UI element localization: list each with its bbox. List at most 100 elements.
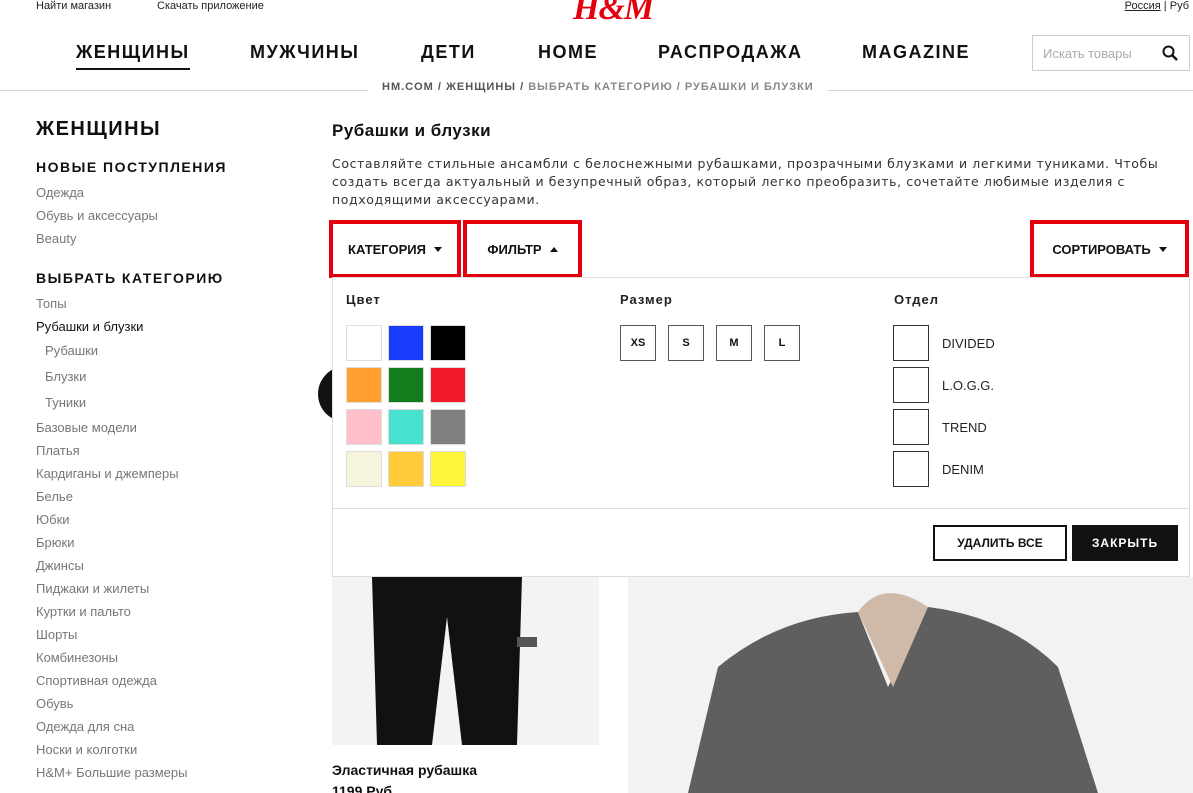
color-swatch[interactable] xyxy=(388,451,424,487)
nav-magazine[interactable]: MAGAZINE xyxy=(862,42,970,63)
filter-panel: Цвет Размер Отдел XS S M L DIVIDED L.O.G… xyxy=(332,277,1190,577)
find-store-link[interactable]: Найти магазин xyxy=(36,0,111,12)
dept-label: DENIM xyxy=(942,461,984,477)
size-xs-button[interactable]: XS xyxy=(620,325,656,361)
color-swatch[interactable] xyxy=(346,451,382,487)
sidebar-item-beauty[interactable]: Beauty xyxy=(36,227,296,250)
dept-label: DIVIDED xyxy=(942,335,995,351)
checkbox[interactable] xyxy=(893,451,929,487)
panel-divider xyxy=(333,508,1189,509)
dept-divided-checkbox[interactable]: DIVIDED xyxy=(893,325,995,361)
checkbox[interactable] xyxy=(893,409,929,445)
color-swatch[interactable] xyxy=(346,409,382,445)
sidebar-item-jackets[interactable]: Куртки и пальто xyxy=(36,600,296,623)
blouse-illustration xyxy=(688,593,1098,793)
category-label: КАТЕГОРИЯ xyxy=(348,241,426,257)
search-input[interactable] xyxy=(1043,45,1153,61)
sidebar-item-blouses[interactable]: Блузки xyxy=(36,364,296,390)
color-swatch[interactable] xyxy=(388,409,424,445)
search-icon[interactable] xyxy=(1161,44,1179,62)
nav-kids[interactable]: ДЕТИ xyxy=(421,42,476,63)
dept-denim-checkbox[interactable]: DENIM xyxy=(893,451,984,487)
size-m-button[interactable]: M xyxy=(716,325,752,361)
sidebar-item-shorts[interactable]: Шорты xyxy=(36,623,296,646)
product-price: 1199 Руб. xyxy=(332,783,396,793)
region-selector[interactable]: Россия | Руб xyxy=(1125,0,1189,12)
nav-sale[interactable]: РАСПРОДАЖА xyxy=(658,42,803,63)
size-l-button[interactable]: L xyxy=(764,325,800,361)
chevron-down-icon xyxy=(1158,246,1167,252)
clear-all-button[interactable]: УДАЛИТЬ ВСЕ xyxy=(933,525,1067,561)
dept-trend-checkbox[interactable]: TREND xyxy=(893,409,987,445)
department-heading: Отдел xyxy=(894,292,940,307)
page-description: Составляйте стильные ансамбли с белоснеж… xyxy=(332,156,1159,207)
search-box[interactable] xyxy=(1032,35,1190,71)
sidebar-item-shoes-accessories[interactable]: Обувь и аксессуары xyxy=(36,204,296,227)
dept-logg-checkbox[interactable]: L.O.G.G. xyxy=(893,367,994,403)
sidebar-new-arrivals: НОВЫЕ ПОСТУПЛЕНИЯ Одежда Обувь и аксессу… xyxy=(36,159,296,250)
sidebar: ЖЕНЩИНЫ НОВЫЕ ПОСТУПЛЕНИЯ Одежда Обувь и… xyxy=(36,118,296,793)
dept-label: TREND xyxy=(942,419,987,435)
sidebar-item-socks[interactable]: Носки и колготки xyxy=(36,738,296,761)
sidebar-item-dresses[interactable]: Платья xyxy=(36,439,296,462)
chevron-down-icon xyxy=(433,246,442,252)
sidebar-heading-new[interactable]: НОВЫЕ ПОСТУПЛЕНИЯ xyxy=(36,159,296,175)
hm-logo[interactable]: H&M xyxy=(573,0,654,28)
color-swatch[interactable] xyxy=(346,325,382,361)
color-heading: Цвет xyxy=(346,292,381,307)
size-heading: Размер xyxy=(620,292,673,307)
sidebar-item-basics[interactable]: Базовые модели xyxy=(36,416,296,439)
sidebar-title: ЖЕНЩИНЫ xyxy=(36,118,162,140)
color-swatch[interactable] xyxy=(430,325,466,361)
color-swatch[interactable] xyxy=(430,409,466,445)
chevron-up-icon xyxy=(549,246,558,252)
sidebar-item-shirts[interactable]: Рубашки xyxy=(36,338,296,364)
nav-men[interactable]: МУЖЧИНЫ xyxy=(250,42,359,63)
sidebar-item-jumpsuits[interactable]: Комбинезоны xyxy=(36,646,296,669)
sidebar-item-trousers[interactable]: Брюки xyxy=(36,531,296,554)
product-image-2[interactable] xyxy=(628,577,1193,793)
sidebar-item-cardigans[interactable]: Кардиганы и джемперы xyxy=(36,462,296,485)
page-title: Рубашки и блузки xyxy=(332,121,492,140)
download-app-link[interactable]: Скачать приложение xyxy=(157,0,264,12)
sidebar-item-shoes[interactable]: Обувь xyxy=(36,692,296,715)
sidebar-item-tops[interactable]: Топы xyxy=(36,292,296,315)
checkbox[interactable] xyxy=(893,325,929,361)
sidebar-item-sportswear[interactable]: Спортивная одежда xyxy=(36,669,296,692)
sidebar-item-clothing[interactable]: Одежда xyxy=(36,181,296,204)
color-swatch[interactable] xyxy=(388,367,424,403)
sort-label: СОРТИРОВАТЬ xyxy=(1052,241,1151,257)
product-name[interactable]: Эластичная рубашка xyxy=(332,762,477,778)
sidebar-item-plus-sizes[interactable]: H&M+ Большие размеры xyxy=(36,761,296,784)
region-separator: | xyxy=(1160,0,1170,12)
sidebar-categories: ВЫБРАТЬ КАТЕГОРИЮ Топы Рубашки и блузки … xyxy=(36,270,296,784)
sidebar-item-skirts[interactable]: Юбки xyxy=(36,508,296,531)
sidebar-heading-categories[interactable]: ВЫБРАТЬ КАТЕГОРИЮ xyxy=(36,270,296,286)
product-image-1[interactable] xyxy=(332,577,599,745)
sort-dropdown-button[interactable]: СОРТИРОВАТЬ xyxy=(1030,220,1189,278)
sidebar-item-blazers[interactable]: Пиджаки и жилеты xyxy=(36,577,296,600)
color-swatch[interactable] xyxy=(430,367,466,403)
color-swatch[interactable] xyxy=(430,451,466,487)
sidebar-item-lingerie[interactable]: Белье xyxy=(36,485,296,508)
sidebar-item-sleepwear[interactable]: Одежда для сна xyxy=(36,715,296,738)
sidebar-item-jeans[interactable]: Джинсы xyxy=(36,554,296,577)
trousers-illustration xyxy=(372,577,537,745)
country-link[interactable]: Россия xyxy=(1125,0,1161,12)
close-button[interactable]: ЗАКРЫТЬ xyxy=(1072,525,1178,561)
color-swatch[interactable] xyxy=(388,325,424,361)
currency-label: Руб xyxy=(1169,0,1189,12)
filter-label: ФИЛЬТР xyxy=(487,241,542,257)
sidebar-item-shirts-blouses[interactable]: Рубашки и блузки xyxy=(36,315,296,338)
sidebar-item-tunics[interactable]: Туники xyxy=(36,390,296,416)
breadcrumb-path[interactable]: HM.COM / ЖЕНЩИНЫ / xyxy=(382,81,528,93)
color-swatch[interactable] xyxy=(346,367,382,403)
nav-home[interactable]: HOME xyxy=(538,42,598,63)
category-dropdown-button[interactable]: КАТЕГОРИЯ xyxy=(329,220,461,278)
dept-label: L.O.G.G. xyxy=(942,377,995,393)
filter-dropdown-button[interactable]: ФИЛЬТР xyxy=(463,220,582,278)
nav-women[interactable]: ЖЕНЩИНЫ xyxy=(76,42,190,70)
checkbox[interactable] xyxy=(893,367,929,403)
breadcrumb: HM.COM / ЖЕНЩИНЫ / ВЫБРАТЬ КАТЕГОРИЮ / Р… xyxy=(368,81,828,93)
size-s-button[interactable]: S xyxy=(668,325,704,361)
